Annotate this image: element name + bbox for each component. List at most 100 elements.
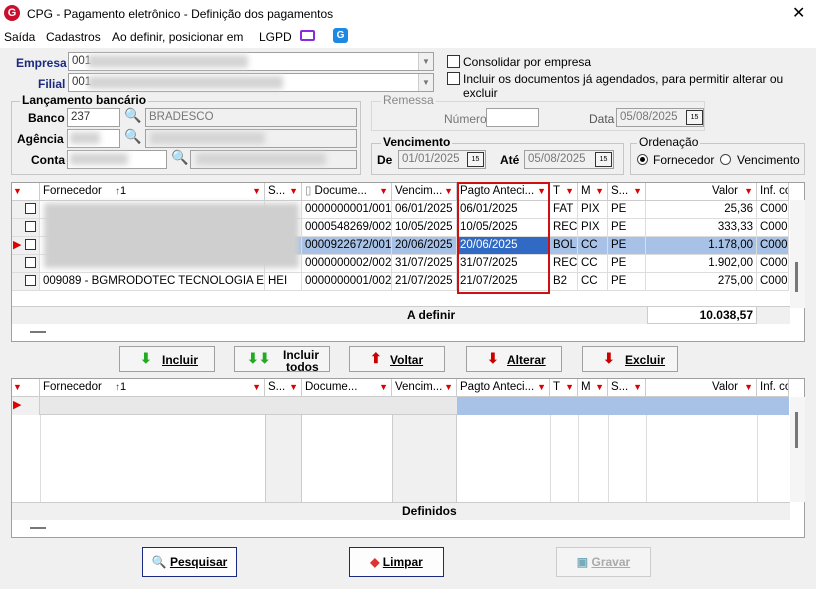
cell-vencimento[interactable]: 20/06/2025 <box>392 237 457 255</box>
col-inf[interactable]: Inf. co <box>757 183 789 201</box>
col-fornecedor[interactable]: Fornecedor ↑1 ▼ <box>40 379 265 397</box>
row-indicator[interactable] <box>12 219 40 237</box>
row-indicator[interactable] <box>12 201 40 219</box>
cell-valor[interactable]: 1.178,00 <box>646 237 757 255</box>
calendar-icon[interactable]: 15 <box>467 152 484 167</box>
cell-vencimento[interactable]: 10/05/2025 <box>392 219 457 237</box>
cell-m[interactable]: PIX <box>578 219 608 237</box>
close-icon[interactable]: ✕ <box>792 3 805 23</box>
cell-m[interactable]: PIX <box>578 201 608 219</box>
cell-vencimento[interactable]: 21/07/2025 <box>392 273 457 291</box>
voltar-button[interactable]: ⬆ Voltar <box>349 346 445 372</box>
cell-valor[interactable]: 275,00 <box>646 273 757 291</box>
col-vencimento[interactable]: Vencim... ▼ <box>392 183 457 201</box>
chevron-down-icon[interactable]: ▼ <box>418 74 433 91</box>
col-t[interactable]: T ▼ <box>550 379 578 397</box>
col-m[interactable]: M ▼ <box>578 183 608 201</box>
cell-s2[interactable]: PE <box>608 237 646 255</box>
cell-vencimento[interactable]: 06/01/2025 <box>392 201 457 219</box>
cell-t[interactable]: FAT <box>550 201 578 219</box>
col-documento[interactable]: Docume... ▼ <box>302 379 392 397</box>
cell-documento[interactable]: 0000000001/002 <box>302 273 392 291</box>
grid-filter-icon-header[interactable]: ▼ <box>12 183 40 201</box>
banco-input[interactable]: 237 <box>67 108 120 127</box>
chevron-down-icon[interactable]: ▼ <box>418 53 433 70</box>
cell-m[interactable]: CC <box>578 273 608 291</box>
cell-vencimento[interactable]: 31/07/2025 <box>392 255 457 273</box>
ordenacao-fornecedor-radio[interactable] <box>637 154 648 165</box>
cell-s2[interactable]: PE <box>608 255 646 273</box>
row-indicator[interactable]: ▶ <box>12 237 40 255</box>
col-fornecedor[interactable]: Fornecedor ↑1 ▼ <box>40 183 265 201</box>
numero-input[interactable] <box>486 108 539 127</box>
menu-lgpd[interactable]: LGPD <box>259 30 292 44</box>
col-t[interactable]: T ▼ <box>550 183 578 201</box>
cell-fornecedor[interactable]: 009089 - BGMRODOTEC TECNOLOGIA E I... <box>40 273 265 291</box>
col-s2[interactable]: S... ▼ <box>608 379 646 397</box>
col-s[interactable]: S... ▼ <box>265 183 302 201</box>
cell-m[interactable]: CC <box>578 255 608 273</box>
col-documento[interactable]: ▯ Docume... ▼ <box>302 183 392 201</box>
cell-inf[interactable]: C000 <box>757 255 789 273</box>
cell-s2[interactable]: PE <box>608 273 646 291</box>
cell-valor[interactable]: 333,33 <box>646 219 757 237</box>
calendar-icon[interactable]: 15 <box>595 152 612 167</box>
cell-t[interactable]: REC <box>550 255 578 273</box>
row-checkbox[interactable] <box>25 275 36 286</box>
empty-row[interactable] <box>40 397 457 415</box>
scrollbar-thumb[interactable] <box>795 412 798 448</box>
excluir-button[interactable]: ⬇ Excluir <box>582 346 678 372</box>
cell-m[interactable]: CC <box>578 237 608 255</box>
row-indicator[interactable] <box>12 255 40 273</box>
row-checkbox[interactable] <box>25 203 36 214</box>
incluir-agendados-checkbox[interactable] <box>447 72 460 85</box>
incluir-button[interactable]: ⬇ Incluir <box>119 346 215 372</box>
col-vencimento[interactable]: Vencim... ▼ <box>392 379 457 397</box>
row-indicator[interactable] <box>12 273 40 291</box>
cell-valor[interactable]: 1.902,00 <box>646 255 757 273</box>
cell-s[interactable]: HEI <box>265 273 302 291</box>
search-icon[interactable]: 🔍 <box>124 128 141 145</box>
col-m[interactable]: M ▼ <box>578 379 608 397</box>
h-scroll-thumb[interactable] <box>30 331 46 333</box>
cell-inf[interactable]: C000 <box>757 273 789 291</box>
grid-filter-icon-header[interactable]: ▼ <box>12 379 40 397</box>
col-s[interactable]: S... ▼ <box>265 379 302 397</box>
cell-documento[interactable]: 0000548269/002 <box>302 219 392 237</box>
row-checkbox[interactable] <box>25 239 36 250</box>
cell-valor[interactable]: 25,36 <box>646 201 757 219</box>
col-s2[interactable]: S... ▼ <box>608 183 646 201</box>
col-valor[interactable]: Valor ▼ <box>646 379 757 397</box>
incluir-todos-button[interactable]: ⬇⬇ Incluir todos <box>234 346 330 374</box>
alterar-button[interactable]: ⬇ Alterar <box>466 346 562 372</box>
cell-s2[interactable]: PE <box>608 201 646 219</box>
row-checkbox[interactable] <box>25 221 36 232</box>
monitor-icon[interactable] <box>300 30 315 41</box>
cell-s2[interactable]: PE <box>608 219 646 237</box>
cell-documento[interactable]: 0000922672/001 <box>302 237 392 255</box>
calendar-icon[interactable]: 15 <box>686 110 703 125</box>
cell-t[interactable]: REC <box>550 219 578 237</box>
ordenacao-vencimento-radio[interactable] <box>720 154 731 165</box>
pesquisar-button[interactable]: 🔍 Pesquisar <box>142 547 237 577</box>
cell-documento[interactable]: 0000000002/002 <box>302 255 392 273</box>
menu-cadastros[interactable]: Cadastros <box>46 30 101 44</box>
limpar-button[interactable]: ◆ Limpar <box>349 547 444 577</box>
search-icon[interactable]: 🔍 <box>124 107 141 124</box>
row-checkbox[interactable] <box>25 257 36 268</box>
search-icon[interactable]: 🔍 <box>171 149 188 166</box>
cell-inf[interactable]: C000 <box>757 237 789 255</box>
scrollbar-thumb[interactable] <box>795 262 798 292</box>
col-valor[interactable]: Valor ▼ <box>646 183 757 201</box>
menu-saida[interactable]: Saída <box>4 30 35 44</box>
cell-inf[interactable]: C000 <box>757 201 789 219</box>
consolidar-checkbox[interactable] <box>447 55 460 68</box>
cell-documento[interactable]: 0000000001/001 <box>302 201 392 219</box>
menu-ao-definir[interactable]: Ao definir, posicionar em <box>112 30 243 44</box>
col-pagto-antecipado[interactable]: Pagto Anteci... ▼ <box>457 379 550 397</box>
col-inf[interactable]: Inf. co <box>757 379 789 397</box>
gravar-button[interactable]: ▣ Gravar <box>556 547 651 577</box>
app-g-icon[interactable]: G <box>333 28 348 43</box>
cell-t[interactable]: BOL <box>550 237 578 255</box>
cell-inf[interactable]: C000 <box>757 219 789 237</box>
